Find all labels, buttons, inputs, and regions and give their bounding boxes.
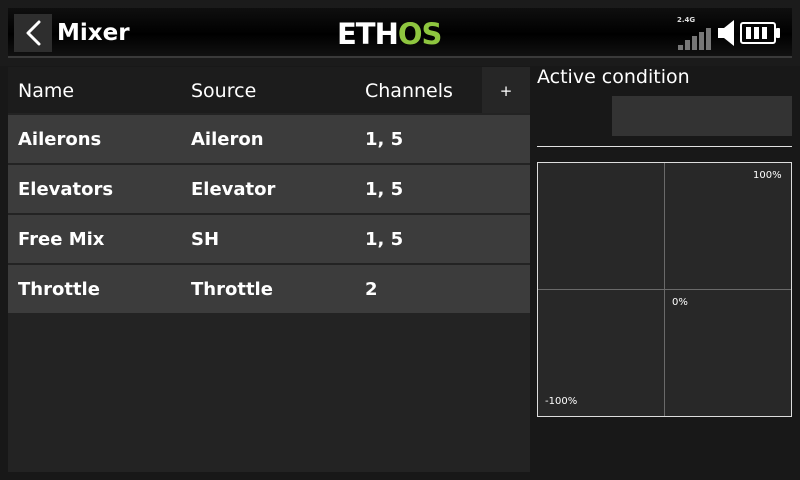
row-channels: 1, 5: [365, 129, 404, 150]
panel-divider: [537, 146, 792, 147]
speaker-icon[interactable]: [716, 18, 738, 48]
back-button[interactable]: [14, 14, 52, 52]
logo-text-right: OS: [397, 17, 443, 51]
page-title: Mixer: [57, 20, 130, 46]
table-header: Name Source Channels +: [8, 67, 530, 113]
mixer-table: Name Source Channels + Ailerons Aileron …: [8, 67, 530, 472]
row-name: Elevators: [18, 179, 114, 200]
column-header-source: Source: [191, 80, 257, 102]
column-header-name: Name: [18, 80, 75, 102]
logo-text-left: ETH: [337, 17, 399, 51]
mix-curve-graph: 100% 0% -100%: [537, 162, 792, 417]
row-channels: 2: [365, 279, 378, 300]
table-row[interactable]: Free Mix SH 1, 5: [8, 215, 530, 263]
chevron-left-icon: [26, 20, 41, 46]
table-row[interactable]: Elevators Elevator 1, 5: [8, 165, 530, 213]
row-name: Throttle: [18, 279, 100, 300]
row-channels: 1, 5: [365, 179, 404, 200]
header: Mixer ETHOS 2.4G: [0, 0, 800, 66]
row-source: SH: [191, 229, 220, 250]
row-source: Aileron: [191, 129, 264, 150]
row-source: Throttle: [191, 279, 273, 300]
row-name: Free Mix: [18, 229, 105, 250]
active-condition-label: Active condition: [537, 66, 690, 88]
row-source: Elevator: [191, 179, 276, 200]
graph-label-top: 100%: [753, 170, 782, 181]
ethos-logo: ETHOS: [337, 17, 443, 51]
column-header-channels: Channels: [365, 80, 453, 102]
status-area: 2.4G: [676, 16, 788, 50]
graph-label-center: 0%: [672, 297, 688, 308]
rf-band-label: 2.4G: [677, 16, 696, 24]
row-channels: 1, 5: [365, 229, 404, 250]
active-condition-value[interactable]: [612, 96, 792, 136]
battery-icon: [740, 22, 776, 44]
signal-bars-icon: [678, 28, 714, 50]
row-name: Ailerons: [18, 129, 102, 150]
add-mix-button[interactable]: +: [482, 67, 530, 113]
table-row[interactable]: Throttle Throttle 2: [8, 265, 530, 313]
graph-label-bottom: -100%: [545, 396, 578, 407]
battery-tip: [776, 28, 780, 38]
graph-horizontal-axis: [538, 289, 791, 290]
table-row[interactable]: Ailerons Aileron 1, 5: [8, 115, 530, 163]
